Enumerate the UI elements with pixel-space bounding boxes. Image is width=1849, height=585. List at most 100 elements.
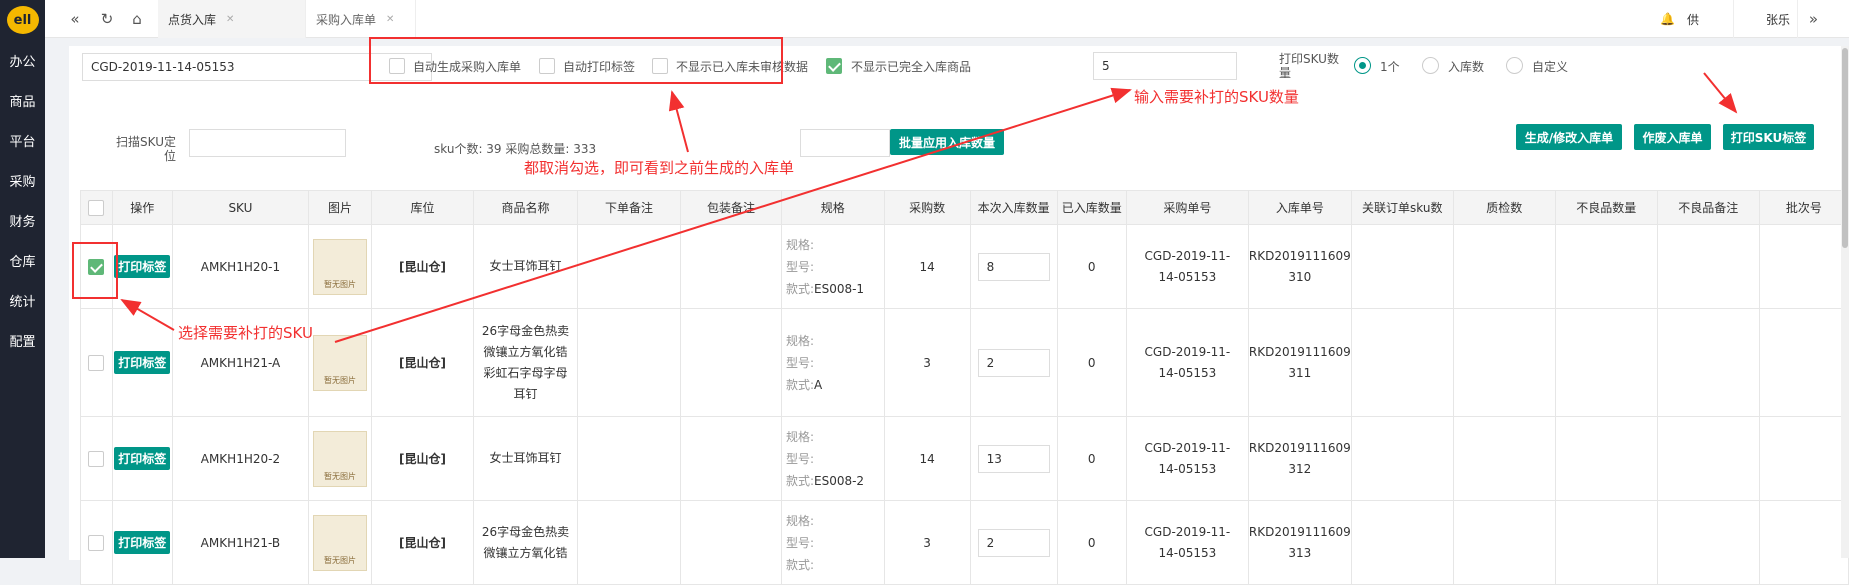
package-remark-cell bbox=[679, 500, 782, 585]
defect-qty-cell bbox=[1554, 500, 1658, 585]
void-stockin-button[interactable]: 作废入库单 bbox=[1634, 124, 1711, 150]
po-no-line: 14-05153 bbox=[1158, 269, 1217, 284]
product-image-placeholder[interactable]: 暂无图片 bbox=[313, 238, 367, 295]
hide-complete-label: 不显示已完全入库商品 bbox=[851, 60, 972, 74]
batch-qty-input[interactable] bbox=[800, 129, 890, 157]
package-remark-cell bbox=[679, 308, 782, 417]
qc-qty-cell bbox=[1452, 416, 1556, 501]
radio-in-qty[interactable] bbox=[1422, 57, 1439, 74]
image-cell: 暂无图片 bbox=[308, 308, 372, 417]
row-checkbox[interactable] bbox=[88, 354, 105, 371]
spec-cell: 规格: 型号: 款式:A bbox=[780, 308, 885, 417]
user-name[interactable]: 张乐 bbox=[1733, 0, 1790, 38]
home-icon[interactable]: ⌂ bbox=[121, 0, 153, 38]
this-qty-cell: 13 bbox=[969, 416, 1058, 501]
sidebar-item[interactable]: 配置 bbox=[0, 320, 45, 360]
model-label: 型号: bbox=[785, 451, 814, 466]
linked-sku-cell bbox=[1350, 224, 1454, 309]
sidebar-item[interactable]: 财务 bbox=[0, 200, 45, 240]
table-row[interactable]: 打印标签 AMKH1H20-1 暂无图片 [昆山仓] 女士耳饰耳钉 规格: 型号… bbox=[80, 224, 1849, 309]
row-checkbox[interactable] bbox=[88, 450, 105, 467]
row-select-cell[interactable] bbox=[80, 416, 113, 501]
sidebar-item[interactable]: 办公 bbox=[0, 40, 45, 80]
select-all-checkbox[interactable] bbox=[88, 199, 105, 216]
close-icon[interactable]: ✕ bbox=[226, 14, 234, 25]
po-no-line: CGD-2019-11- bbox=[1144, 344, 1231, 359]
po-no-line: 14-05153 bbox=[1158, 545, 1217, 560]
sidebar-item[interactable]: 商品 bbox=[0, 80, 45, 120]
product-image-placeholder[interactable]: 暂无图片 bbox=[313, 514, 367, 571]
scan-sku-input[interactable] bbox=[189, 129, 346, 157]
supplier-text[interactable]: 供 bbox=[1687, 0, 1699, 38]
scrollbar-thumb[interactable] bbox=[1842, 48, 1848, 248]
product-image-placeholder[interactable]: 暂无图片 bbox=[313, 430, 367, 487]
logo-icon: ell bbox=[6, 6, 39, 34]
header-cell: 规格 bbox=[780, 190, 885, 225]
stock-in-table: 操作 SKU 图片 库位 商品名称 下单备注 包装备注 规格 采购数 本次入库数… bbox=[80, 190, 1849, 585]
header-cell: 不良品备注 bbox=[1656, 190, 1760, 225]
linked-sku-cell bbox=[1350, 308, 1454, 417]
defect-remark-cell bbox=[1656, 500, 1760, 585]
qc-qty-cell bbox=[1452, 500, 1556, 585]
print-count-input[interactable]: 5 bbox=[1093, 52, 1237, 80]
sidebar-item[interactable]: 统计 bbox=[0, 280, 45, 320]
product-name-cell: 26字母金色热卖 微镶立方氧化锆 bbox=[473, 500, 578, 585]
table-row[interactable]: 打印标签 AMKH1H21-B 暂无图片 [昆山仓] 26字母金色热卖 微镶立方氧… bbox=[80, 500, 1849, 585]
print-sku-labels-button[interactable]: 打印SKU标签 bbox=[1723, 124, 1814, 150]
rkd-no-line: 313 bbox=[1288, 545, 1312, 560]
row-checkbox[interactable] bbox=[88, 534, 105, 551]
sidebar-item[interactable]: 仓库 bbox=[0, 240, 45, 280]
header-cell: 采购单号 bbox=[1125, 190, 1249, 225]
page-scrollbar[interactable] bbox=[1841, 46, 1849, 558]
sidebar-item[interactable]: 平台 bbox=[0, 120, 45, 160]
purchase-qty-cell: 3 bbox=[883, 500, 971, 585]
action-cell: 打印标签 bbox=[111, 308, 173, 417]
po-no-line: CGD-2019-11- bbox=[1144, 440, 1231, 455]
radio-one[interactable] bbox=[1354, 57, 1371, 74]
radio-custom[interactable] bbox=[1506, 57, 1523, 74]
batch-apply-button[interactable]: 批量应用入库数量 bbox=[890, 129, 1004, 155]
table-row[interactable]: 打印标签 AMKH1H20-2 暂无图片 [昆山仓] 女士耳饰耳钉 规格: 型号… bbox=[80, 416, 1849, 501]
rkd-no-line: RKD2019111609 bbox=[1248, 440, 1351, 455]
sku-cell: AMKH1H20-2 bbox=[171, 416, 310, 501]
print-label-button[interactable]: 打印标签 bbox=[114, 255, 171, 278]
sidebar-item[interactable]: 采购 bbox=[0, 160, 45, 200]
no-image-text: 暂无图片 bbox=[324, 375, 356, 385]
product-name-line: 微镶立方氧化锆 bbox=[483, 545, 568, 560]
linked-sku-cell bbox=[1350, 416, 1454, 501]
close-icon[interactable]: ✕ bbox=[386, 14, 394, 25]
header-cell: 关联订单sku数 bbox=[1350, 190, 1454, 225]
location-cell: [昆山仓] bbox=[370, 224, 475, 309]
refresh-icon[interactable]: ↻ bbox=[91, 0, 123, 38]
tab-stock-in[interactable]: 点货入库 ✕ bbox=[158, 0, 306, 38]
annotation-box-row-select bbox=[72, 242, 118, 299]
batch-no-cell bbox=[1758, 416, 1849, 501]
collapse-left-icon[interactable]: « bbox=[59, 0, 91, 38]
tab-purchase-stock-in[interactable]: 采购入库单 ✕ bbox=[306, 0, 416, 38]
style-line: 款式: bbox=[786, 554, 884, 576]
row-select-cell[interactable] bbox=[80, 308, 113, 417]
collapse-right-icon[interactable]: » bbox=[1797, 0, 1829, 38]
select-all-header[interactable] bbox=[80, 190, 113, 225]
app-logo[interactable]: ell bbox=[0, 0, 45, 40]
hide-complete-checkbox[interactable] bbox=[826, 58, 842, 74]
header-cell: 已入库数量 bbox=[1056, 190, 1127, 225]
row-select-cell[interactable] bbox=[80, 500, 113, 585]
in-qty-cell: 0 bbox=[1056, 500, 1127, 585]
header-cell: 不良品数量 bbox=[1554, 190, 1658, 225]
print-label-button[interactable]: 打印标签 bbox=[114, 351, 171, 374]
product-name-line: 女士耳饰耳钉 bbox=[489, 451, 562, 465]
print-label-button[interactable]: 打印标签 bbox=[114, 531, 171, 554]
this-qty-input[interactable]: 8 bbox=[977, 252, 1050, 281]
product-image-placeholder[interactable]: 暂无图片 bbox=[313, 334, 367, 391]
print-label-button[interactable]: 打印标签 bbox=[114, 447, 171, 470]
table-row[interactable]: 打印标签 AMKH1H21-A 暂无图片 [昆山仓] 26字母金色热卖 微镶立方氧… bbox=[80, 308, 1849, 417]
this-qty-input[interactable]: 2 bbox=[977, 348, 1050, 377]
image-cell: 暂无图片 bbox=[308, 500, 372, 585]
purchase-qty-cell: 14 bbox=[883, 416, 971, 501]
spec-label: 规格: bbox=[785, 333, 814, 348]
bell-icon[interactable]: 🔔 bbox=[1660, 0, 1675, 38]
this-qty-input[interactable]: 13 bbox=[977, 444, 1050, 473]
this-qty-input[interactable]: 2 bbox=[977, 528, 1050, 557]
generate-stockin-button[interactable]: 生成/修改入库单 bbox=[1516, 124, 1622, 150]
